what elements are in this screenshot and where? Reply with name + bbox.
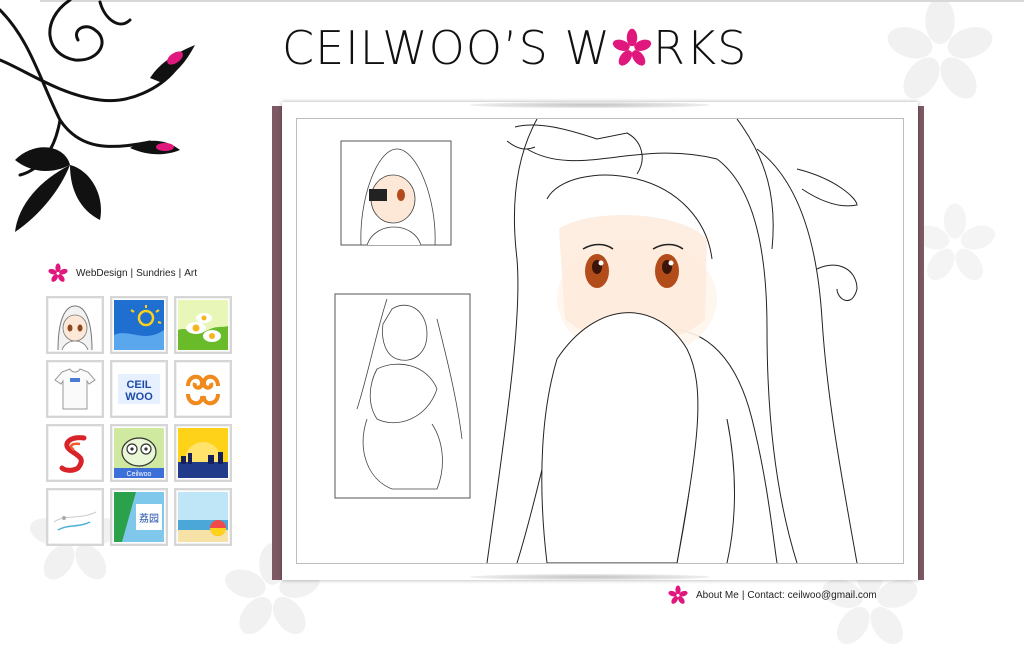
thumbnail-ceilwoo-cat[interactable]: Ceilwoo — [110, 424, 168, 482]
contact-email-link[interactable]: ceilwoo@gmail.com — [788, 590, 877, 601]
site-title-text-start: CEILWOO’S W — [282, 21, 611, 75]
page-glow-bottom — [470, 574, 710, 580]
thumbnail-daisies[interactable] — [174, 296, 232, 354]
thumbnail-tshirt[interactable] — [46, 360, 104, 418]
svg-text:Ceilwoo: Ceilwoo — [127, 471, 152, 478]
corner-vine-decoration — [0, 0, 195, 232]
mini-sketch-bottom — [334, 293, 471, 499]
nav-separator: | — [130, 267, 134, 279]
svg-text:CEIL: CEIL — [126, 379, 151, 391]
nav-link-art[interactable]: Art — [184, 268, 197, 279]
nav-separator: | — [178, 267, 182, 279]
pink-flower-bullet-icon — [48, 263, 68, 282]
svg-text:荔园: 荔园 — [139, 512, 159, 525]
about-me-link[interactable]: About Me — [696, 590, 739, 601]
thumbnail-red-s-logo[interactable] — [46, 424, 104, 482]
thumbnail-anime-girl[interactable] — [46, 296, 104, 354]
pink-flower-bullet-icon — [668, 585, 688, 604]
thumbnail-blue-sun[interactable] — [110, 296, 168, 354]
thumbnail-orange-swirl[interactable] — [174, 360, 232, 418]
contact-label: Contact: — [747, 589, 785, 601]
thumbnail-white-card[interactable] — [46, 488, 104, 546]
footer: About Me | Contact: ceilwoo@gmail.com — [668, 584, 877, 606]
nav-link-webdesign[interactable]: WebDesign — [76, 268, 128, 279]
category-nav: WebDesign | Sundries | Art — [48, 262, 197, 284]
pink-flower-icon — [612, 28, 652, 66]
thumbnail-gallery: CEIL WOO Ceilwoo 荔园 — [46, 296, 232, 546]
footer-separator: | — [741, 589, 745, 601]
artwork-display — [296, 118, 904, 564]
site-title: CEILWOO’S W RKS — [282, 18, 747, 78]
thumbnail-chinese-poster[interactable]: 荔园 — [110, 488, 168, 546]
background-flower-top-right — [887, 0, 993, 99]
thumbnail-city-sunset[interactable] — [174, 424, 232, 482]
featured-artwork — [334, 119, 858, 563]
page-glow-top — [470, 102, 710, 108]
site-title-text-end: RKS — [652, 21, 748, 75]
thumbnail-beach[interactable] — [174, 488, 232, 546]
svg-text:WOO: WOO — [125, 391, 153, 403]
nav-link-sundries[interactable]: Sundries — [136, 268, 175, 279]
mini-sketch-top — [340, 140, 452, 246]
thumbnail-ceilwoo-logo[interactable]: CEIL WOO — [110, 360, 168, 418]
background-flower-mid-right — [915, 203, 995, 281]
